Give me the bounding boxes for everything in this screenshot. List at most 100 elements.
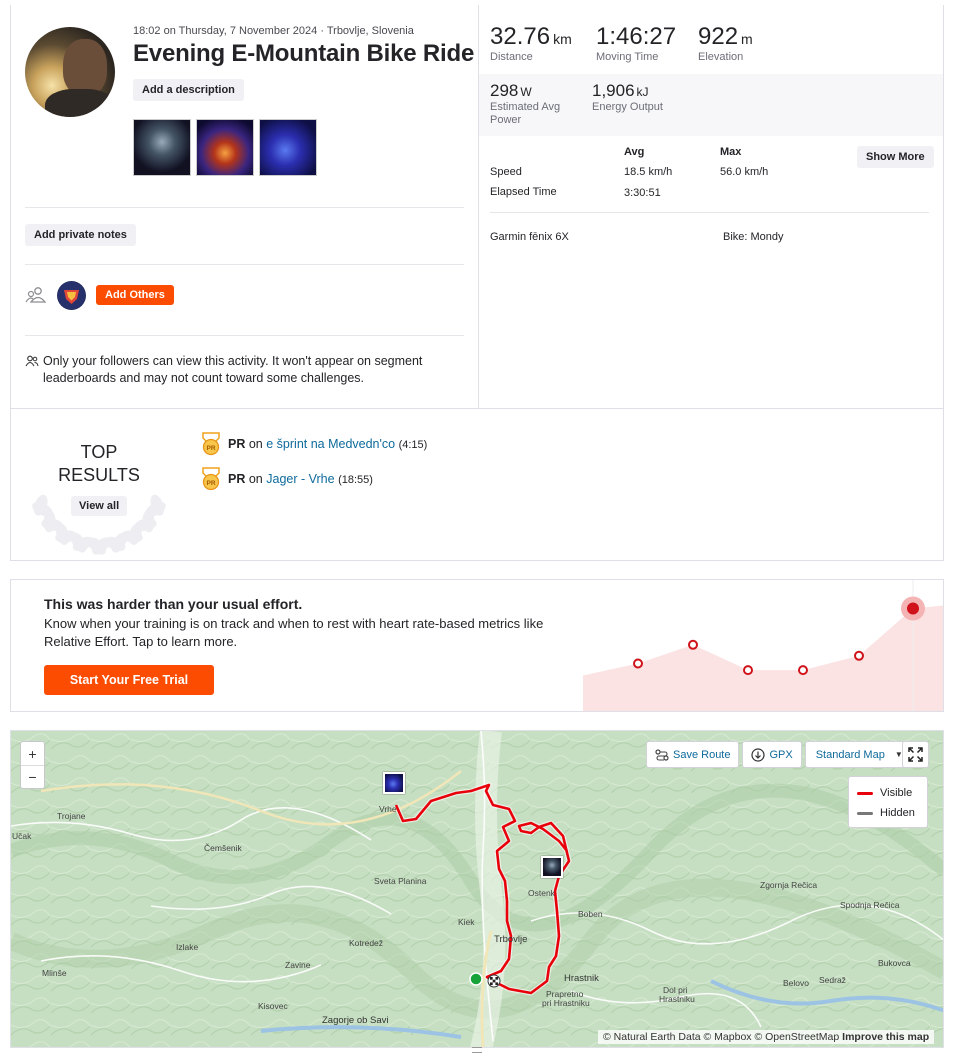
zoom-control: + − — [20, 741, 45, 789]
map-label: Belovo — [783, 978, 809, 988]
group-icon — [25, 287, 47, 303]
avg-header: Avg — [624, 146, 645, 158]
shield-icon — [57, 281, 86, 310]
map-label: Kiek — [458, 917, 475, 927]
attribution-sources: © Natural Earth Data © Mapbox © OpenStre… — [603, 1031, 840, 1043]
elapsed-time-label: Elapsed Time — [490, 186, 557, 198]
power-label: Estimated Avg Power — [490, 101, 561, 126]
energy-unit: kJ — [636, 85, 649, 99]
activity-photo[interactable] — [259, 119, 317, 176]
route-start-marker — [469, 972, 483, 986]
map-label: Kotredež — [349, 938, 384, 948]
map-attribution: © Natural Earth Data © Mapbox © OpenStre… — [598, 1030, 935, 1044]
pr-on-label: on — [248, 437, 263, 451]
elevation-unit: m — [741, 31, 753, 47]
map-label: Spodnja Rečica — [840, 900, 900, 910]
map-label: Hrastniku — [659, 994, 695, 1004]
top-results-line2: RESULTS — [58, 465, 140, 485]
elapsed-time-avg: 3:30:51 — [624, 187, 661, 199]
divider — [25, 207, 464, 208]
divider — [478, 5, 479, 408]
map-label: Bukovca — [878, 958, 911, 968]
effort-point — [633, 658, 643, 669]
add-private-notes-button[interactable]: Add private notes — [25, 224, 136, 246]
divider — [25, 264, 464, 265]
device-name: Garmin fēnix 6X — [490, 231, 569, 243]
map-label: pri Hrastniku — [542, 998, 590, 1008]
start-free-trial-button[interactable]: Start Your Free Trial — [44, 665, 214, 695]
legend-visible-label: Visible — [880, 787, 913, 799]
speed-label: Speed — [490, 166, 522, 178]
athlete-avatar[interactable] — [25, 27, 115, 117]
activity-meta: 18:02 on Thursday, 7 November 2024 · Trb… — [133, 25, 414, 37]
map-toolbar: Save Route GPX Standard Map ▼ — [646, 741, 914, 768]
moving-time-label: Moving Time — [596, 51, 659, 63]
stat-energy: 1,906 kJ Energy Output — [592, 81, 663, 113]
stat-elevation: 922 m Elevation — [698, 23, 753, 63]
pr-on-label: on — [248, 472, 263, 486]
followers-icon — [25, 355, 39, 367]
divider — [25, 335, 464, 336]
save-route-label: Save Route — [673, 748, 731, 761]
power-unit: W — [520, 85, 532, 99]
map-label: Sveta Planina — [374, 876, 427, 886]
activity-photo[interactable] — [133, 119, 191, 176]
bike-name: Bike: Mondy — [723, 231, 784, 243]
top-results-heading: TOP RESULTS — [40, 441, 158, 487]
map-label: Čemšenik — [204, 843, 242, 853]
map-photo-marker[interactable] — [541, 856, 563, 878]
moving-time-value: 1:46:27 — [596, 23, 677, 50]
effort-point — [743, 665, 753, 676]
svg-text:PR: PR — [206, 480, 215, 487]
map-label: Učak — [12, 831, 32, 841]
save-route-button[interactable]: Save Route — [646, 741, 740, 768]
max-header: Max — [720, 146, 742, 158]
map-label: Kisovec — [258, 1001, 288, 1011]
segment-link[interactable]: e šprint na Medvedn'co — [266, 437, 395, 451]
svg-text:PR: PR — [206, 445, 215, 452]
map-label: Zagorje ob Savi — [322, 1015, 389, 1026]
pr-medal-icon: PR — [202, 467, 220, 491]
speed-avg: 18.5 km/h — [624, 166, 673, 178]
relative-effort-chart — [583, 580, 943, 711]
add-others-button[interactable]: Add Others — [96, 285, 174, 305]
gpx-button[interactable]: GPX — [742, 741, 802, 768]
map-label: Trojane — [57, 811, 86, 821]
achievement-row: PR PR on Jager - Vrhe (18:55) — [200, 467, 373, 491]
elevation-label: Elevation — [698, 51, 744, 63]
segment-time: (18:55) — [338, 474, 373, 486]
effort-point — [854, 650, 864, 661]
zoom-in-button[interactable]: + — [21, 742, 44, 765]
fullscreen-button[interactable] — [902, 741, 929, 768]
energy-label: Energy Output — [592, 101, 663, 113]
show-more-button[interactable]: Show More — [857, 146, 934, 168]
map-photo-marker[interactable] — [383, 772, 405, 794]
segment-time: (4:15) — [398, 439, 428, 451]
route-finish-marker — [487, 974, 501, 988]
map-style-select[interactable]: Standard Map ▼ — [804, 741, 914, 768]
map-legend: Visible Hidden — [848, 776, 928, 828]
resize-handle[interactable] — [472, 1047, 482, 1053]
distance-label: Distance — [490, 51, 533, 63]
zoom-out-button[interactable]: − — [21, 765, 44, 788]
map-label: Zgornja Rečica — [760, 880, 818, 890]
view-all-button[interactable]: View all — [71, 496, 128, 516]
effort-point — [907, 602, 919, 615]
map-label: Mlinše — [42, 968, 67, 978]
add-description-button[interactable]: Add a description — [133, 79, 244, 101]
visible-swatch — [857, 791, 873, 795]
activity-photo[interactable] — [196, 119, 254, 176]
privacy-notice: Only your followers can view this activi… — [43, 354, 423, 385]
divider — [10, 408, 944, 409]
expand-icon — [908, 747, 923, 762]
stat-moving-time: 1:46:27 Moving Time — [596, 23, 676, 63]
divider — [490, 212, 929, 213]
improve-map-link[interactable]: Improve this map — [842, 1031, 929, 1043]
download-icon — [751, 747, 766, 762]
power-value: 298 — [490, 81, 519, 100]
segment-link[interactable]: Jager - Vrhe — [266, 472, 334, 486]
club-avatar[interactable] — [57, 281, 86, 310]
top-results-line1: TOP — [80, 442, 118, 462]
speed-max: 56.0 km/h — [720, 166, 769, 178]
distance-unit: km — [553, 31, 572, 47]
